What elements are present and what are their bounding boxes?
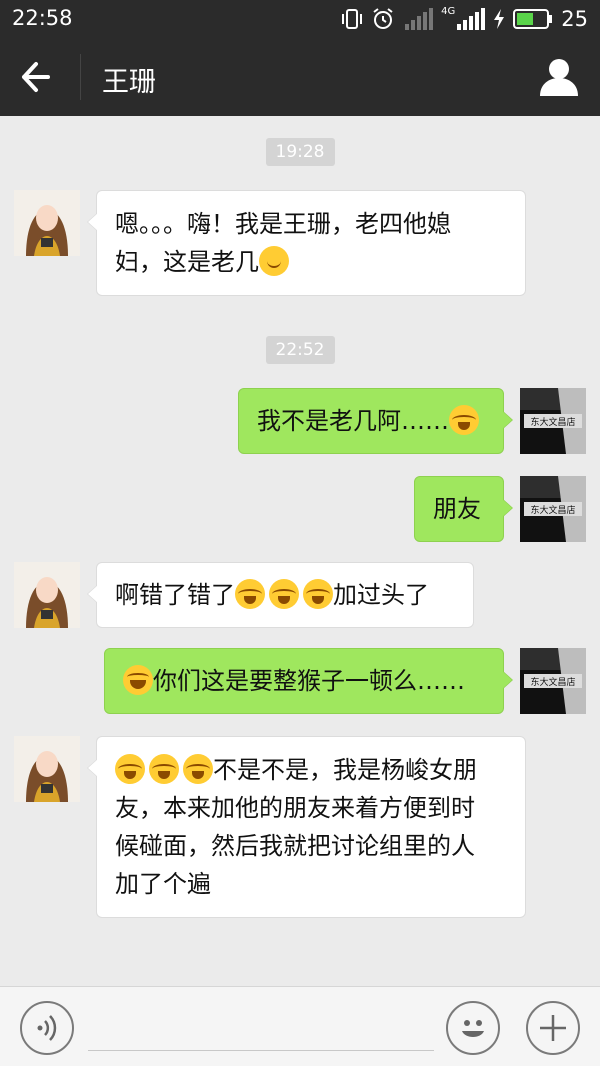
- shop-photo-avatar-icon: 东大文昌店: [520, 648, 586, 714]
- status-bar: 22:58 4G 25: [0, 0, 600, 38]
- shop-photo-avatar-icon: 东大文昌店: [520, 476, 586, 542]
- girl-avatar-icon: [14, 190, 80, 256]
- message-text-line: 不是不是，我是杨峻女朋: [115, 751, 507, 789]
- message-text: 你们这是要整猴子一顿么……: [153, 667, 465, 695]
- sent-message[interactable]: 你们这是要整猴子一顿么……: [104, 648, 513, 714]
- tears-of-joy-emoji-icon: [123, 665, 153, 695]
- received-message[interactable]: 嗯。。。嗨！我是王珊，老四他媳 妇，这是老几: [87, 190, 526, 296]
- message-input[interactable]: [88, 1007, 434, 1051]
- emoji-face-icon: [462, 1020, 484, 1037]
- my-avatar[interactable]: 东大文昌店: [520, 388, 586, 454]
- crying-laughing-emoji-icon: [235, 579, 265, 609]
- crying-laughing-emoji-icon: [149, 754, 179, 784]
- crying-laughing-emoji-icon: [303, 579, 333, 609]
- message-text: 我不是老几阿……: [257, 407, 449, 435]
- signal-icon-2: [457, 8, 486, 30]
- message-text: 不是不是，我是杨峻女朋: [213, 756, 477, 784]
- avatar-shop-sign: 东大文昌店: [530, 676, 575, 688]
- avatar-shop-sign: 东大文昌店: [530, 416, 575, 428]
- battery-level: 25: [561, 7, 588, 31]
- message-text-line: 加了个遍: [115, 870, 211, 898]
- timestamp-label: 19:28: [265, 138, 335, 166]
- plus-icon: [540, 1015, 566, 1041]
- smile-emoji-icon: [259, 246, 289, 276]
- shop-photo-avatar-icon: 东大文昌店: [520, 388, 586, 454]
- person-icon: [540, 59, 578, 96]
- emoji-button[interactable]: [446, 1001, 500, 1055]
- girl-avatar-icon: [14, 562, 80, 628]
- profile-button[interactable]: [538, 56, 580, 98]
- message-text-line: 候碰面，然后我就把讨论组里的人: [115, 832, 475, 860]
- girl-avatar-icon: [14, 736, 80, 802]
- signal-icon-1: [405, 8, 434, 30]
- contact-avatar[interactable]: [14, 562, 80, 628]
- my-avatar[interactable]: 东大文昌店: [520, 648, 586, 714]
- crying-laughing-emoji-icon: [183, 754, 213, 784]
- crying-laughing-emoji-icon: [449, 405, 479, 435]
- contact-avatar[interactable]: [14, 736, 80, 802]
- charging-icon: [494, 9, 505, 29]
- my-avatar[interactable]: 东大文昌店: [520, 476, 586, 542]
- back-button[interactable]: [18, 58, 62, 96]
- header-divider: [80, 54, 81, 100]
- message-text: 加过头了: [333, 581, 429, 609]
- timestamp: 22:52: [0, 336, 600, 364]
- timestamp-label: 22:52: [265, 336, 335, 364]
- voice-icon: [37, 1015, 57, 1041]
- timestamp: 19:28: [0, 138, 600, 166]
- alarm-icon: [373, 8, 393, 29]
- received-message[interactable]: 啊错了错了 加过头了: [87, 562, 474, 628]
- message-text-line: 友，本来加他的朋友来着方便到时: [115, 794, 475, 822]
- network-type: 4G: [441, 6, 456, 17]
- message-text: 啊错了错了: [115, 581, 235, 609]
- chat-title: 王珊: [102, 67, 156, 98]
- contact-avatar[interactable]: [14, 190, 80, 256]
- sent-message[interactable]: 我不是老几阿……: [238, 388, 513, 454]
- more-button[interactable]: [526, 1001, 580, 1055]
- battery-icon: [513, 9, 553, 29]
- crying-laughing-emoji-icon: [269, 579, 299, 609]
- message-text: 朋友: [433, 495, 481, 523]
- avatar-shop-sign: 东大文昌店: [530, 504, 575, 516]
- title-bar: 王珊: [0, 38, 600, 116]
- vibrate-icon: [342, 9, 363, 29]
- status-time: 22:58: [12, 6, 73, 30]
- crying-laughing-emoji-icon: [115, 754, 145, 784]
- sent-message[interactable]: 朋友: [414, 476, 513, 542]
- received-message[interactable]: 不是不是，我是杨峻女朋 友，本来加他的朋友来着方便到时 候碰面，然后我就把讨论组…: [87, 736, 526, 918]
- message-text-line: 妇，这是老几: [115, 243, 507, 281]
- message-text-line: 嗯。。。嗨！我是王珊，老四他媳: [115, 210, 451, 238]
- back-arrow-icon: [22, 62, 50, 92]
- input-bar: [0, 986, 600, 1066]
- voice-button[interactable]: [20, 1001, 74, 1055]
- status-icons: 4G 25: [341, 6, 588, 32]
- message-text: 妇，这是老几: [115, 248, 259, 276]
